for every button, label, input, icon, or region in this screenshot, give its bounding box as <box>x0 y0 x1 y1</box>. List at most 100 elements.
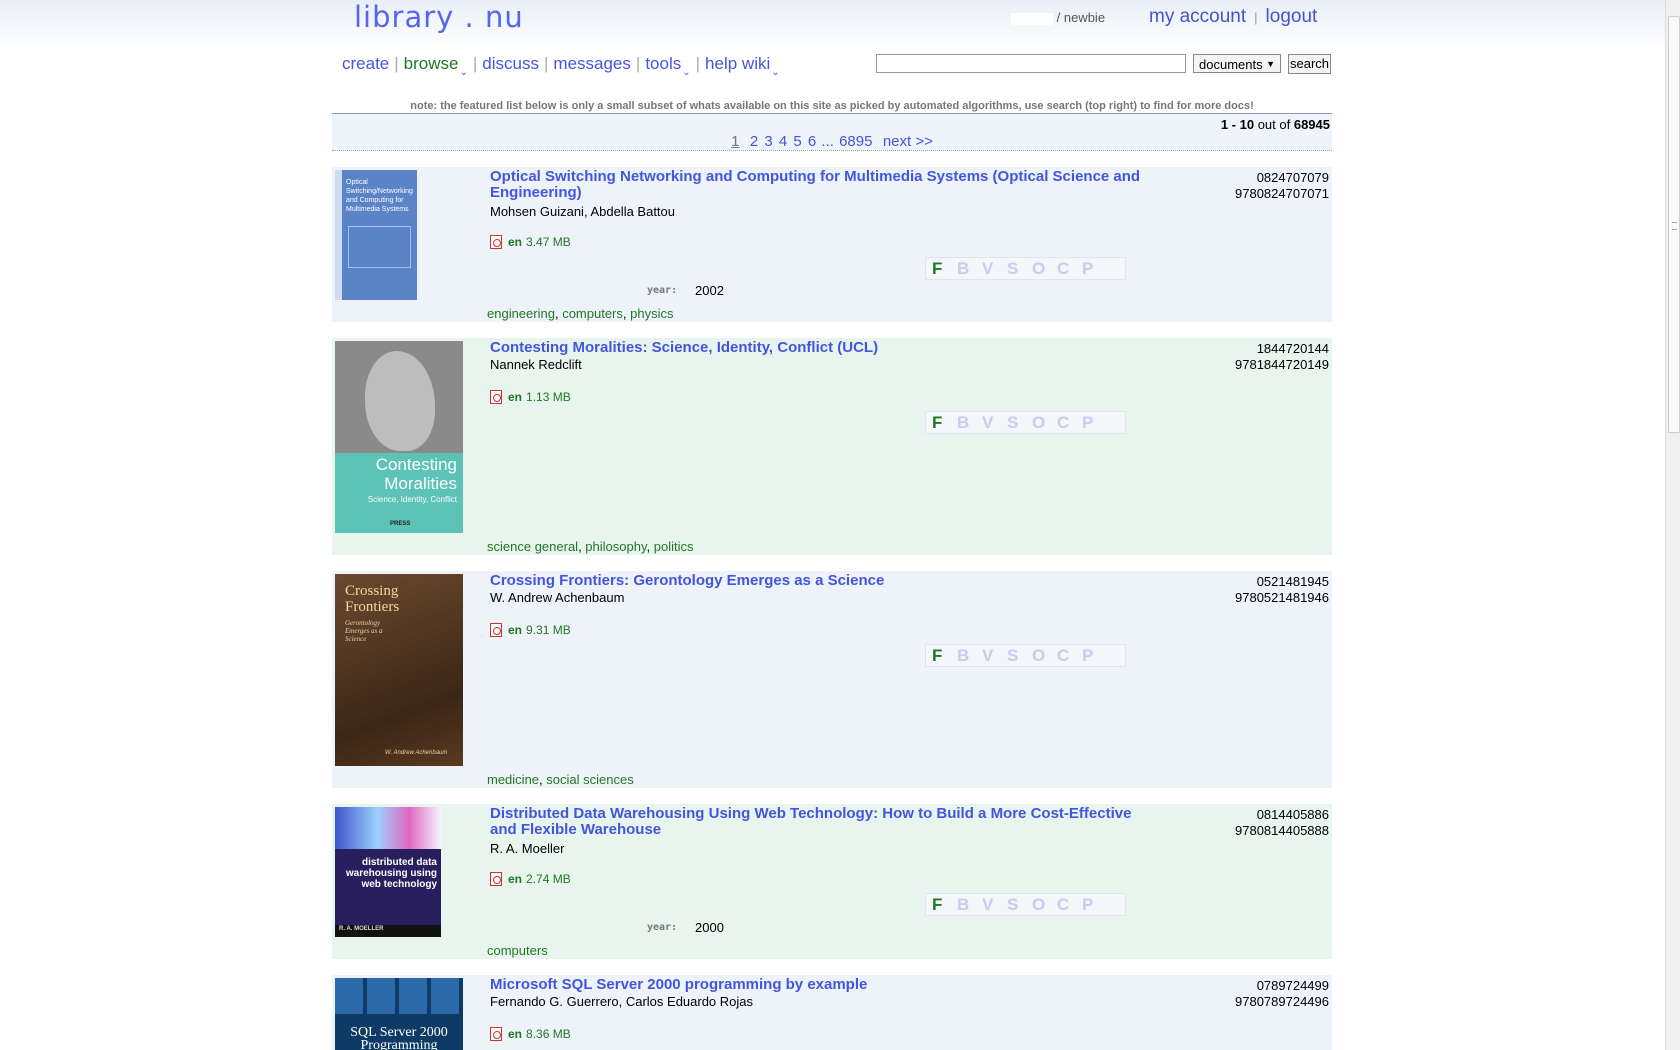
book-entry: Optical Switching/Networking and Computi… <box>332 167 1332 322</box>
format-v[interactable]: V <box>982 645 1007 667</box>
page-scrollbar[interactable] <box>1665 0 1680 1050</box>
user-status: / newbie <box>1011 10 1105 25</box>
book-cover[interactable]: distributed data warehousing using web t… <box>335 807 441 937</box>
file-size: 1.13 MB <box>526 390 571 404</box>
pdf-icon[interactable] <box>490 623 502 637</box>
format-p[interactable]: P <box>1082 412 1107 434</box>
page-link-last[interactable]: 6895 <box>839 133 872 150</box>
page-link-current[interactable]: 1 <box>731 133 739 150</box>
main-nav: create | browse⌄ | discuss | messages | tools⌄ | h… <box>342 54 780 78</box>
book-authors: Fernando G. Guerrero, Carlos Eduardo Roj… <box>490 994 754 1009</box>
page-link[interactable]: 2 <box>750 133 758 150</box>
search-button[interactable]: search <box>1288 54 1331 74</box>
nav-help-wiki[interactable]: help wiki <box>705 54 770 73</box>
page-link[interactable]: 4 <box>779 133 787 150</box>
tag-link[interactable]: engineering <box>487 306 555 321</box>
format-c[interactable]: C <box>1057 258 1082 280</box>
book-title-link[interactable]: Optical Switching Networking and Computi… <box>490 169 1150 201</box>
tag-link[interactable]: physics <box>630 306 673 321</box>
file-size: 8.36 MB <box>526 1027 571 1041</box>
format-o[interactable]: O <box>1032 258 1057 280</box>
format-links: FBVSOCP <box>925 893 1126 916</box>
page-link[interactable]: 3 <box>764 133 772 150</box>
cover-title: distributed data warehousing using web t… <box>345 857 437 890</box>
cover-subtitle: Science, Identity, Conflict <box>367 495 457 504</box>
book-title-link[interactable]: Crossing Frontiers: Gerontology Emerges … <box>490 573 1150 589</box>
pdf-icon[interactable] <box>490 235 502 249</box>
book-entry: Crossing Frontiers Gerontology Emerges a… <box>332 571 1332 788</box>
format-s[interactable]: S <box>1007 645 1032 667</box>
format-v[interactable]: V <box>982 412 1007 434</box>
pdf-icon[interactable] <box>490 1027 502 1041</box>
category-tags: engineering, computers, physics <box>487 306 674 321</box>
isbn10: 0824707079 <box>1256 170 1329 185</box>
tag-link[interactable]: computers <box>487 943 548 958</box>
format-b[interactable]: B <box>957 258 982 280</box>
format-f[interactable]: F <box>932 894 957 916</box>
format-f[interactable]: F <box>932 412 957 434</box>
format-p[interactable]: P <box>1082 258 1107 280</box>
tag-link[interactable]: science general <box>487 539 578 554</box>
pdf-icon[interactable] <box>490 390 502 404</box>
book-cover[interactable]: SQL Server 2000 Programming <box>335 978 463 1050</box>
scrollbar-thumb[interactable] <box>1668 16 1680 433</box>
format-o[interactable]: O <box>1032 894 1057 916</box>
next-page-link[interactable]: next >> <box>883 133 933 150</box>
username-field[interactable] <box>1011 12 1053 25</box>
separator: | <box>1254 10 1258 25</box>
nav-separator: | <box>543 54 549 73</box>
format-c[interactable]: C <box>1057 645 1082 667</box>
format-b[interactable]: B <box>957 412 982 434</box>
book-title-link[interactable]: Contesting Moralities: Science, Identity… <box>490 340 1150 356</box>
nav-discuss[interactable]: discuss <box>482 54 539 73</box>
isbn13: 9780824707071 <box>1235 186 1329 201</box>
book-title-link[interactable]: Distributed Data Warehousing Using Web T… <box>490 806 1150 838</box>
tag-link[interactable]: social sciences <box>546 772 633 787</box>
site-logo[interactable]: library . nu <box>354 0 524 34</box>
nav-create[interactable]: create <box>342 54 389 73</box>
isbn-numbers: 0521481945 9780521481946 <box>1235 574 1329 606</box>
nav-tools[interactable]: tools <box>645 54 681 73</box>
pdf-icon[interactable] <box>490 872 502 886</box>
format-b[interactable]: B <box>957 894 982 916</box>
format-s[interactable]: S <box>1007 258 1032 280</box>
tag-link[interactable]: computers <box>562 306 623 321</box>
nav-browse[interactable]: browse <box>404 54 459 73</box>
book-cover[interactable]: Crossing Frontiers Gerontology Emerges a… <box>335 574 463 766</box>
page-link[interactable]: 6 <box>808 133 816 150</box>
tag-link[interactable]: philosophy <box>585 539 646 554</box>
format-f[interactable]: F <box>932 645 957 667</box>
format-f[interactable]: F <box>932 258 957 280</box>
file-info: en 1.13 MB <box>490 390 571 404</box>
book-cover[interactable]: Contesting Moralities Science, Identity,… <box>335 341 463 533</box>
format-s[interactable]: S <box>1007 894 1032 916</box>
chevron-down-icon[interactable]: ⌄ <box>459 67 467 78</box>
format-v[interactable]: V <box>982 258 1007 280</box>
search-type-select[interactable]: documents ▼ <box>1193 54 1281 73</box>
book-title-link[interactable]: Microsoft SQL Server 2000 programming by… <box>490 977 1150 993</box>
format-c[interactable]: C <box>1057 894 1082 916</box>
logout-link[interactable]: logout <box>1266 6 1318 27</box>
year-label: year: <box>647 922 678 933</box>
page-link[interactable]: 5 <box>793 133 801 150</box>
format-o[interactable]: O <box>1032 645 1057 667</box>
chevron-down-icon[interactable]: ⌄ <box>771 67 779 78</box>
my-account-link[interactable]: my account <box>1149 6 1246 27</box>
format-p[interactable]: P <box>1082 894 1107 916</box>
nav-messages[interactable]: messages <box>553 54 630 73</box>
isbn-numbers: 0824707079 9780824707071 <box>1235 170 1329 202</box>
isbn-numbers: 0789724499 9780789724496 <box>1235 978 1329 1010</box>
cover-icons <box>335 978 463 1014</box>
format-v[interactable]: V <box>982 894 1007 916</box>
format-p[interactable]: P <box>1082 645 1107 667</box>
format-b[interactable]: B <box>957 645 982 667</box>
isbn-numbers: 1844720144 9781844720149 <box>1235 341 1329 373</box>
format-o[interactable]: O <box>1032 412 1057 434</box>
tag-link[interactable]: politics <box>654 539 694 554</box>
tag-link[interactable]: medicine <box>487 772 539 787</box>
book-cover[interactable]: Optical Switching/Networking and Computi… <box>335 170 417 300</box>
chevron-down-icon[interactable]: ⌄ <box>682 67 690 78</box>
format-s[interactable]: S <box>1007 412 1032 434</box>
format-c[interactable]: C <box>1057 412 1082 434</box>
search-input[interactable] <box>876 54 1186 73</box>
